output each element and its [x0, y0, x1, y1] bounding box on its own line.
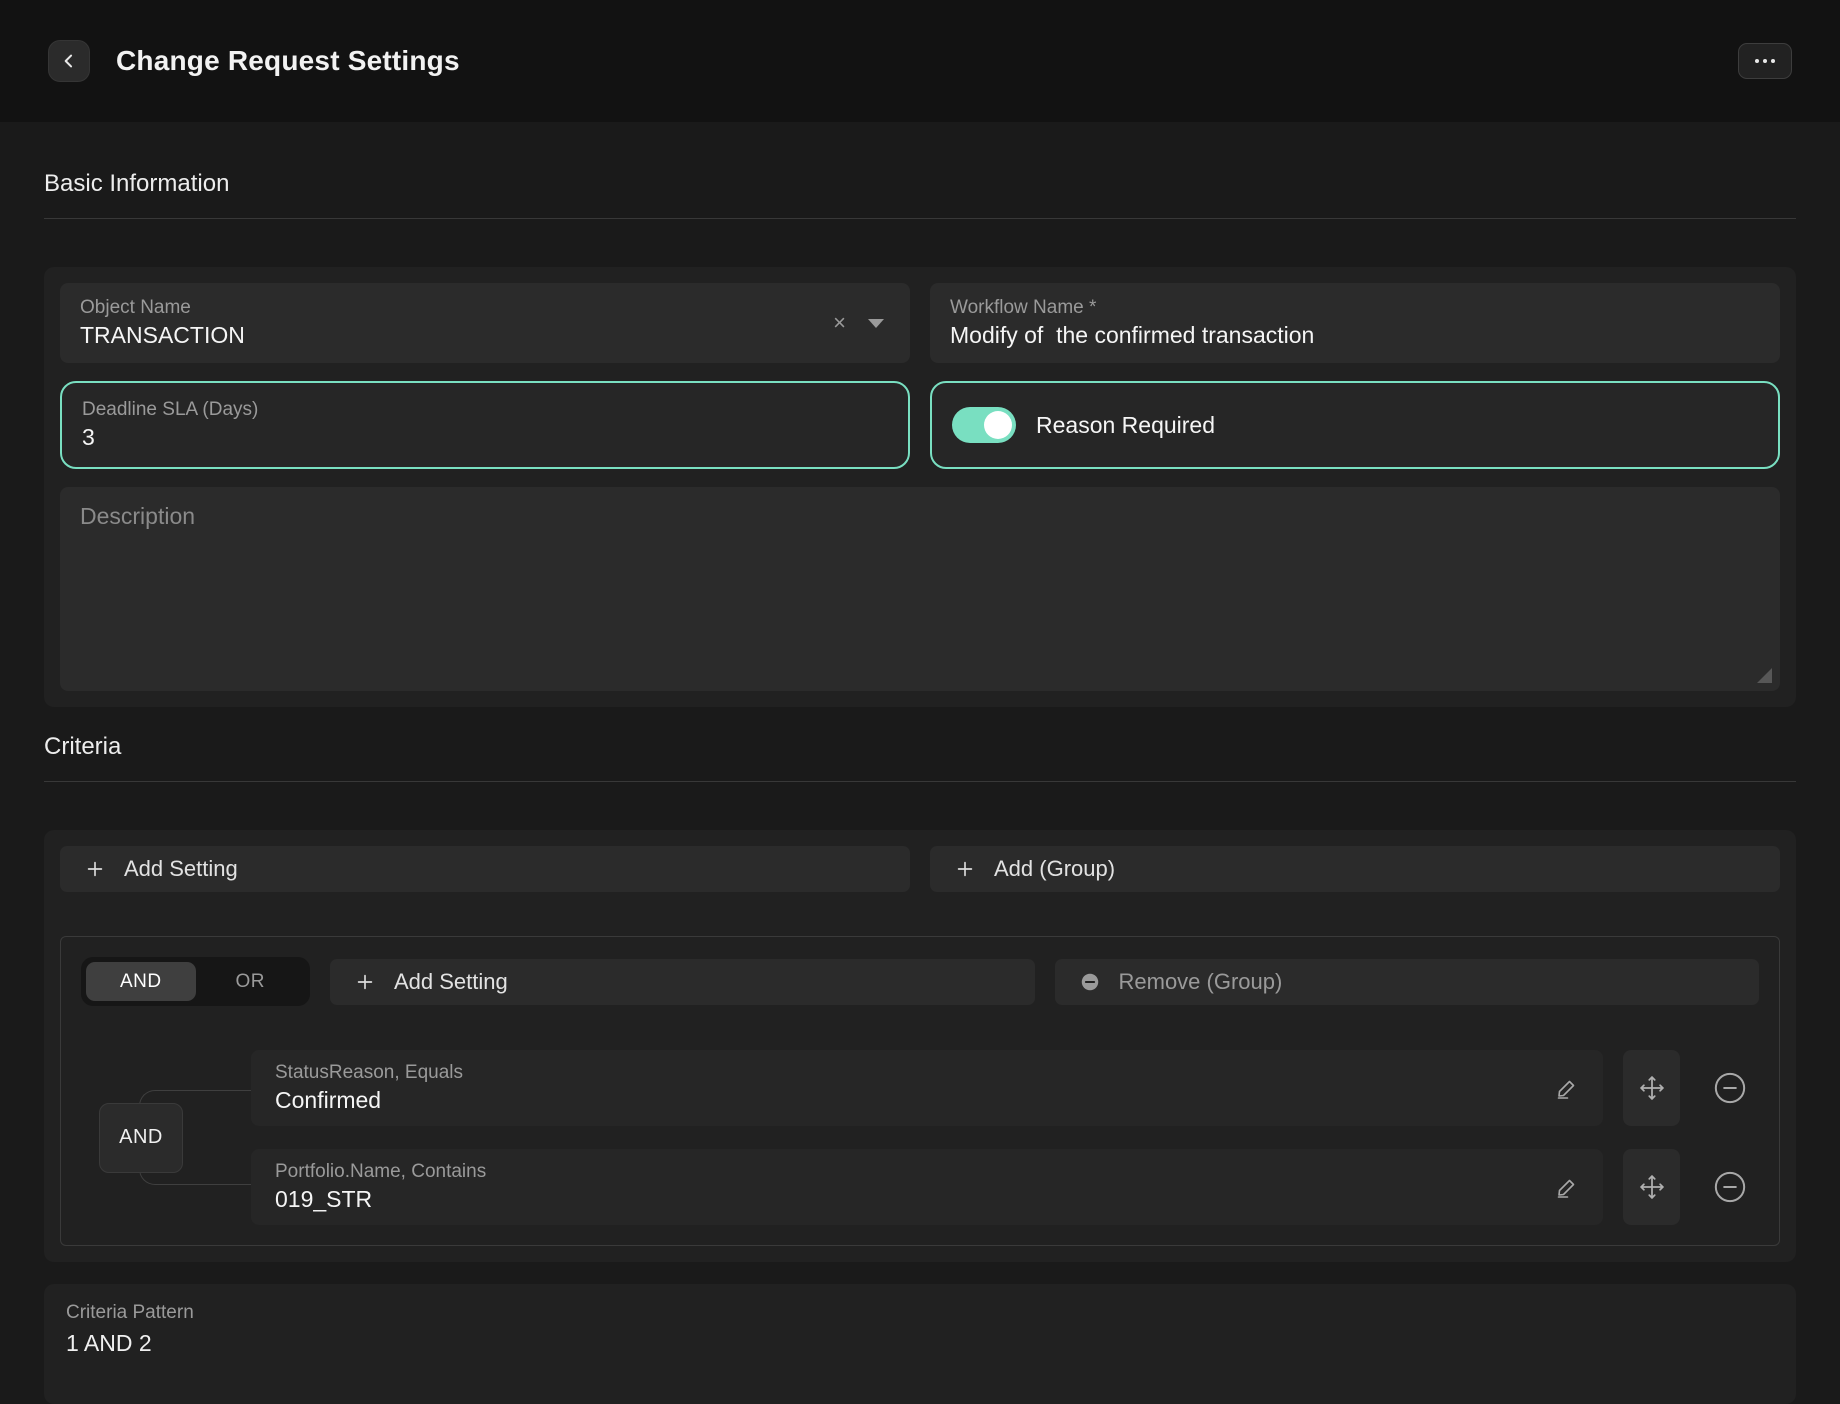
object-name-value: TRANSACTION: [80, 322, 245, 349]
plus-icon: [954, 858, 976, 880]
add-group-button[interactable]: Add (Group): [930, 846, 1780, 892]
plus-icon: [84, 858, 106, 880]
operator-toggle: AND OR: [81, 957, 310, 1006]
criteria-row: StatusReason, Equals Confirmed: [251, 1050, 1759, 1126]
chevron-down-icon[interactable]: [868, 319, 884, 328]
criteria-row-label: Portfolio.Name, Contains: [275, 1161, 486, 1183]
remove-group-label: Remove (Group): [1119, 969, 1283, 995]
resize-handle[interactable]: [1757, 668, 1772, 683]
divider: [44, 218, 1796, 219]
criteria-row-card[interactable]: Portfolio.Name, Contains 019_STR: [251, 1149, 1603, 1225]
minus-circle-icon: [1079, 971, 1101, 993]
basic-information-panel: Object Name TRANSACTION × Workflow Name …: [44, 267, 1796, 707]
back-button[interactable]: [48, 40, 90, 82]
move-row-button[interactable]: [1623, 1149, 1680, 1225]
workflow-name-value: Modify of the confirmed transaction: [950, 322, 1314, 349]
minus-circle-icon: [1710, 1167, 1750, 1207]
reason-required-toggle[interactable]: [952, 407, 1016, 443]
section-title-criteria: Criteria: [44, 733, 1796, 761]
criteria-row: Portfolio.Name, Contains 019_STR: [251, 1149, 1759, 1225]
reason-required-label: Reason Required: [1036, 412, 1215, 439]
criteria-row-value: 019_STR: [275, 1186, 486, 1213]
criteria-pattern-value: 1 AND 2: [66, 1330, 1774, 1357]
object-name-field[interactable]: Object Name TRANSACTION ×: [60, 283, 910, 363]
more-options-button[interactable]: [1738, 43, 1792, 79]
workflow-name-label: Workflow Name *: [950, 297, 1314, 319]
clear-icon[interactable]: ×: [833, 312, 846, 334]
and-connector-chip: AND: [99, 1103, 183, 1173]
edit-icon[interactable]: [1555, 1175, 1579, 1199]
move-icon: [1639, 1075, 1665, 1101]
criteria-row-label: StatusReason, Equals: [275, 1062, 463, 1084]
remove-row-button[interactable]: [1700, 1149, 1759, 1225]
deadline-sla-label: Deadline SLA (Days): [82, 399, 258, 421]
chevron-left-icon: [59, 51, 79, 71]
reason-required-field[interactable]: Reason Required: [930, 381, 1780, 469]
criteria-pattern-panel: Criteria Pattern 1 AND 2: [44, 1284, 1796, 1404]
operator-and-segment[interactable]: AND: [86, 962, 196, 1001]
group-connector: AND: [81, 1050, 251, 1225]
minus-circle-icon: [1710, 1068, 1750, 1108]
operator-or-segment[interactable]: OR: [196, 962, 306, 1001]
move-icon: [1639, 1174, 1665, 1200]
criteria-panel: Add Setting Add (Group) AND OR: [44, 830, 1796, 1262]
remove-group-button[interactable]: Remove (Group): [1055, 959, 1760, 1005]
criteria-pattern-label: Criteria Pattern: [66, 1302, 1774, 1324]
page-title: Change Request Settings: [116, 45, 460, 77]
workflow-name-field[interactable]: Workflow Name * Modify of the confirmed …: [930, 283, 1780, 363]
criteria-row-value: Confirmed: [275, 1087, 463, 1114]
header: Change Request Settings: [0, 0, 1840, 122]
deadline-sla-value: 3: [82, 424, 258, 451]
criteria-group: AND OR Add Setting Remove (Group): [60, 936, 1780, 1246]
edit-icon[interactable]: [1555, 1076, 1579, 1100]
object-name-label: Object Name: [80, 297, 245, 319]
description-textarea[interactable]: [60, 487, 1780, 691]
plus-icon: [354, 971, 376, 993]
ellipsis-icon: [1755, 59, 1775, 63]
deadline-sla-field[interactable]: Deadline SLA (Days) 3: [60, 381, 910, 469]
remove-row-button[interactable]: [1700, 1050, 1759, 1126]
add-setting-label: Add Setting: [124, 856, 238, 882]
group-add-setting-button[interactable]: Add Setting: [330, 959, 1035, 1005]
group-add-setting-label: Add Setting: [394, 969, 508, 995]
move-row-button[interactable]: [1623, 1050, 1680, 1126]
add-group-label: Add (Group): [994, 856, 1115, 882]
toggle-knob: [984, 411, 1012, 439]
divider: [44, 781, 1796, 782]
criteria-row-card[interactable]: StatusReason, Equals Confirmed: [251, 1050, 1603, 1126]
add-setting-button[interactable]: Add Setting: [60, 846, 910, 892]
section-title-basic-information: Basic Information: [44, 170, 1796, 198]
